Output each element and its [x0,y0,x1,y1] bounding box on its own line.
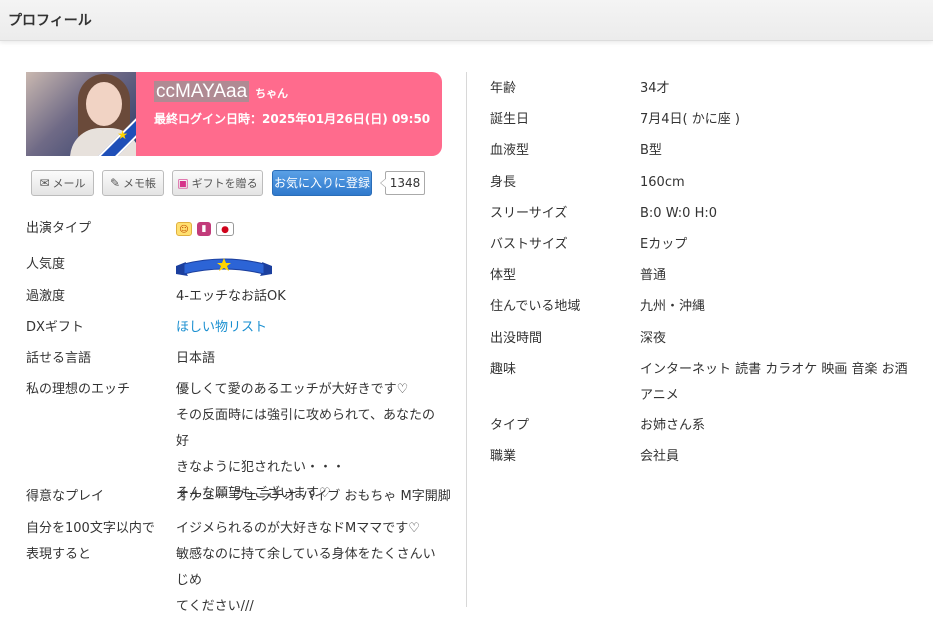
gift-button[interactable]: ▣ ギフトを贈る [172,170,263,196]
photo-face [86,82,122,126]
detail-label: 出没時間 [490,331,543,346]
detail-value: 会社員 [640,449,680,464]
label-line: 自分を100文字以内で [26,521,155,536]
detail-label: スリーサイズ [490,206,568,221]
appearance-type-icons: ☺ ▮ ● [176,216,446,242]
action-buttons: ✉ メール ✎ メモ帳 ▣ ギフトを贈る お気に入りに登録 1348 [31,170,451,196]
detail-label: 体型 [490,268,517,283]
costume-type-icon: ▮ [197,222,211,236]
gift-button-label: ギフトを贈る [191,177,258,190]
detail-value: Eカップ [640,237,688,252]
detail-value: 4-エッチなお話OK [176,289,286,304]
profile-left-column: ★ ccMAYAaa ちゃん 最終ログイン日時：2025年01月26日(日) 09… [26,72,451,614]
detail-value: 日本語 [176,351,216,366]
detail-label: 身長 [490,175,517,190]
favorite-button[interactable]: お気に入りに登録 [272,170,372,196]
detail-row-appearance-type: 出演タイプ ☺ ▮ ● [26,216,442,242]
detail-value: 160cm [640,175,685,190]
detail-row-ideal: 私の理想のエッチ 優しくて愛のあるエッチが大好きです♡ その反面時には強引に攻め… [26,377,442,501]
page-title: プロフィール [8,13,92,29]
star-ribbon-icon [176,256,272,280]
profile-photo[interactable]: ★ [26,72,136,156]
text-line: その反面時には強引に攻められて、あなたの好 [176,408,435,449]
detail-label: 得意なプレイ [26,489,105,504]
detail-label: 血液型 [490,143,530,158]
detail-value: 九州・沖縄 [640,299,706,314]
star-icon: ★ [117,128,128,142]
face-type-icon: ☺ [176,222,192,236]
text-line: インターネット 読書 カラオケ 映画 音楽 お酒 [640,362,908,377]
detail-label: 趣味 [490,362,517,377]
detail-label: 誕生日 [490,112,530,127]
detail-value: 7月4日( かに座 ) [640,112,740,127]
popularity-rank [176,252,446,280]
detail-label: 話せる言語 [26,351,92,366]
detail-label: バストサイズ [490,237,568,252]
profile-header-card: ★ ccMAYAaa ちゃん 最終ログイン日時：2025年01月26日(日) 09… [26,72,442,156]
detail-label: 年齢 [490,81,517,96]
detail-row-play: 得意なプレイ オナニー フェラチオ バイブ おもちゃ M字開脚 [26,484,451,510]
wishlist-link[interactable]: ほしい物リスト [176,315,446,341]
text-line: 優しくて愛のあるエッチが大好きです♡ [176,382,409,397]
detail-label: DXギフト [26,320,84,335]
detail-value: 深夜 [640,331,667,346]
detail-value: 34才 [640,81,670,96]
detail-value: B:0 W:0 H:0 [640,206,718,221]
detail-label: タイプ [490,418,530,433]
memo-button-label: メモ帳 [123,177,157,190]
text-line: てください/// [176,599,254,614]
japan-flag-icon: ● [216,222,234,236]
label-line: 表現すると [26,547,92,562]
detail-label: 職業 [490,449,517,464]
column-divider [466,72,467,607]
detail-label: 過激度 [26,289,66,304]
pencil-note-icon: ✎ [109,176,121,190]
detail-label: 人気度 [26,257,66,272]
top-bar: プロフィール [0,0,933,41]
text-line: きなように犯されたい・・・ [176,460,346,475]
detail-row-intensity: 過激度 4-エッチなお話OK [26,284,442,310]
memo-button[interactable]: ✎ メモ帳 [102,170,164,196]
mail-button-label: メール [52,177,86,190]
text-line: イジメられるのが大好きなドMママです♡ [176,521,420,536]
detail-row-popularity: 人気度 [26,252,442,278]
performer-name: ccMAYAaa [154,81,250,102]
detail-value: お姉さん系 [640,418,706,433]
detail-row-self-intro: 自分を100文字以内で 表現すると イジメられるのが大好きなドMママです♡ 敏感… [26,516,442,614]
detail-value: 普通 [640,268,667,283]
detail-row-dx-gift: DXギフト ほしい物リスト [26,315,442,341]
gift-icon: ▣ [177,176,189,190]
detail-label: 出演タイプ [26,221,92,236]
self-intro-text: イジメられるのが大好きなドMママです♡ 敏感なのに持て余している身体をたくさんい… [176,516,446,620]
favorite-button-label: お気に入りに登録 [273,176,370,190]
favorite-count: 1348 [380,171,425,195]
detail-label: 住んでいる地域 [490,299,581,314]
detail-label: 自分を100文字以内で 表現すると [26,516,171,568]
text-line: 敏感なのに持て余している身体をたくさんいじめ [176,547,436,588]
envelope-icon: ✉ [39,176,50,190]
detail-value: オナニー フェラチオ バイブ おもちゃ M字開脚 [176,489,451,504]
name-row: ccMAYAaa ちゃん [154,81,288,103]
detail-value: B型 [640,143,662,158]
last-login: 最終ログイン日時：2025年01月26日(日) 09:50 [154,112,431,126]
detail-row-language: 話せる言語 日本語 [26,346,442,372]
detail-value: インターネット 読書 カラオケ 映画 音楽 お酒 アニメ [640,357,908,409]
mail-button[interactable]: ✉ メール [31,170,94,196]
text-line: アニメ [640,388,679,403]
name-suffix: ちゃん [255,87,289,100]
detail-label: 私の理想のエッチ [26,382,131,397]
